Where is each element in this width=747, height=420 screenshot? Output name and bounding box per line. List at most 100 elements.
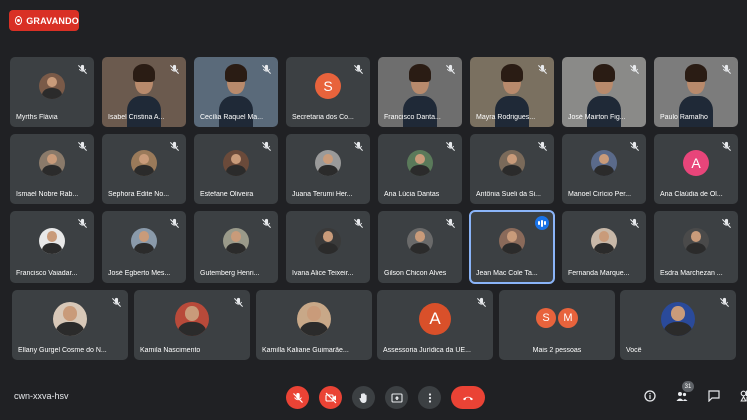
more-options-button[interactable] bbox=[418, 386, 441, 409]
mic-off-icon bbox=[260, 63, 272, 75]
avatar bbox=[315, 150, 341, 177]
participant-tile[interactable]: Francisco Vaiadar... bbox=[10, 211, 94, 283]
mic-off-icon bbox=[536, 140, 548, 152]
avatar bbox=[499, 228, 525, 255]
avatar-letter: A bbox=[683, 150, 709, 177]
hang-up-icon bbox=[462, 392, 474, 404]
participant-tile[interactable]: Ismael Nobre Rab... bbox=[10, 134, 94, 204]
mic-off-button[interactable] bbox=[286, 386, 309, 409]
participant-tile[interactable]: Juana Terumi Her... bbox=[286, 134, 370, 204]
participant-tile[interactable]: Mayra Rodrigues... bbox=[470, 57, 554, 127]
participant-tile[interactable]: Esdra Marchezan ... bbox=[654, 211, 738, 283]
participant-name: Jean Mac Cole Ta... bbox=[476, 270, 538, 277]
leave-call-button[interactable] bbox=[451, 386, 485, 409]
chat-button[interactable] bbox=[704, 385, 724, 407]
participant-tile[interactable]: Isabel Cristina A... bbox=[102, 57, 186, 127]
raise-hand-button[interactable] bbox=[352, 386, 375, 409]
participant-name: Ellany Gurgel Cosme do N... bbox=[18, 347, 107, 354]
participants-button[interactable]: 31 bbox=[672, 381, 694, 407]
camera-off-icon bbox=[324, 392, 337, 404]
participant-name: Mayra Rodrigues... bbox=[476, 114, 536, 121]
participant-name: Secretaria dos Co... bbox=[292, 114, 354, 121]
mic-off-icon bbox=[628, 140, 640, 152]
participant-name: Ismael Nobre Rab... bbox=[16, 191, 79, 198]
participant-name: Estefane Oliveira bbox=[200, 191, 254, 198]
participant-name: Sephora Edite No... bbox=[108, 191, 170, 198]
participant-name: Manoel Cirício Per... bbox=[568, 191, 632, 198]
participant-tile[interactable]: Você bbox=[620, 290, 736, 360]
mic-off-icon bbox=[444, 217, 456, 229]
meeting-code: cwn-xxva-hsv bbox=[14, 391, 69, 401]
participant-tile[interactable]: Fernanda Marque... bbox=[562, 211, 646, 283]
participant-name: José Egberto Mes... bbox=[108, 270, 171, 277]
mic-off-icon bbox=[536, 63, 548, 75]
participant-tile[interactable]: Paulo Ramalho bbox=[654, 57, 738, 127]
participant-tile[interactable]: Ellany Gurgel Cosme do N... bbox=[12, 290, 128, 360]
participant-tile[interactable]: S M Mais 2 pessoas bbox=[499, 290, 615, 360]
participant-tile[interactable]: A Assessoria Jurídica da UE... bbox=[377, 290, 493, 360]
avatar bbox=[223, 228, 249, 255]
mic-off-icon bbox=[720, 217, 732, 229]
avatar bbox=[591, 228, 617, 255]
participant-name: Assessoria Jurídica da UE... bbox=[383, 347, 471, 354]
avatar bbox=[683, 228, 709, 255]
speaking-indicator-icon bbox=[535, 216, 549, 230]
avatar bbox=[591, 150, 617, 177]
participant-name: Paulo Ramalho bbox=[660, 114, 708, 121]
participant-tile[interactable]: Jean Mac Cole Ta... bbox=[469, 210, 555, 284]
mic-off-icon bbox=[444, 63, 456, 75]
participant-name: Isabel Cristina A... bbox=[108, 114, 165, 121]
avatar bbox=[661, 302, 695, 337]
avatar bbox=[407, 228, 433, 255]
participant-tile[interactable]: S Secretaria dos Co... bbox=[286, 57, 370, 127]
avatar bbox=[175, 302, 209, 337]
avatar bbox=[131, 228, 157, 255]
avatar bbox=[407, 150, 433, 177]
avatar bbox=[499, 150, 525, 177]
participant-grid: Myrths Flávia Isabel Cristina A... Cecília… bbox=[0, 0, 747, 370]
mic-off-icon bbox=[168, 63, 180, 75]
meeting-details-button[interactable] bbox=[640, 385, 660, 407]
participant-tile[interactable]: Ana Lúcia Dantas bbox=[378, 134, 462, 204]
participant-name: Esdra Marchezan ... bbox=[660, 270, 723, 277]
mic-off-icon bbox=[720, 63, 732, 75]
participant-name: Myrths Flávia bbox=[16, 114, 58, 121]
camera-off-button[interactable] bbox=[319, 386, 342, 409]
participant-tile[interactable]: Cecília Raquel Ma... bbox=[194, 57, 278, 127]
mic-off-icon bbox=[352, 63, 364, 75]
mic-off-icon bbox=[260, 140, 272, 152]
participant-tile[interactable]: Myrths Flávia bbox=[10, 57, 94, 127]
participant-name: Gilson Chicon Alves bbox=[384, 270, 447, 277]
participant-tile[interactable]: Sephora Edite No... bbox=[102, 134, 186, 204]
participant-name: Francisco Vaiadar... bbox=[16, 270, 78, 277]
avatar bbox=[315, 228, 341, 255]
mic-off-icon bbox=[168, 217, 180, 229]
mic-off-icon bbox=[232, 296, 244, 308]
avatar-letter: S bbox=[315, 73, 341, 100]
participant-tile[interactable]: A Ana Claúdia de Ol... bbox=[654, 134, 738, 204]
participant-name: José Mairton Fig... bbox=[568, 114, 626, 121]
participant-tile[interactable]: Gilson Chicon Alves bbox=[378, 211, 462, 283]
mic-off-icon bbox=[76, 140, 88, 152]
activities-button[interactable] bbox=[736, 385, 747, 407]
participant-tile[interactable]: Kamilla Kaliane Guimarãe... bbox=[256, 290, 372, 360]
participant-tile[interactable]: Francisco Danta... bbox=[378, 57, 462, 127]
avatar bbox=[131, 150, 157, 177]
participant-tile[interactable]: Gutemberg Henri... bbox=[194, 211, 278, 283]
participant-tile[interactable]: Kamila Nascimento bbox=[134, 290, 250, 360]
participant-tile[interactable]: Estefane Oliveira bbox=[194, 134, 278, 204]
participant-name: Kamila Nascimento bbox=[140, 347, 201, 354]
mic-off-icon bbox=[76, 217, 88, 229]
participant-tile[interactable]: Antônia Sueli da Si... bbox=[470, 134, 554, 204]
mic-off-icon bbox=[444, 140, 456, 152]
participant-name: Ana Lúcia Dantas bbox=[384, 191, 440, 198]
participant-tile[interactable]: José Mairton Fig... bbox=[562, 57, 646, 127]
avatar bbox=[223, 150, 249, 177]
present-button[interactable] bbox=[385, 386, 408, 409]
hand-icon bbox=[358, 392, 370, 404]
participant-tile[interactable]: Ivana Alice Teixeir... bbox=[286, 211, 370, 283]
participant-tile[interactable]: Manoel Cirício Per... bbox=[562, 134, 646, 204]
mic-off-icon bbox=[720, 140, 732, 152]
participant-tile[interactable]: José Egberto Mes... bbox=[102, 211, 186, 283]
participant-name: Mais 2 pessoas bbox=[532, 347, 582, 354]
